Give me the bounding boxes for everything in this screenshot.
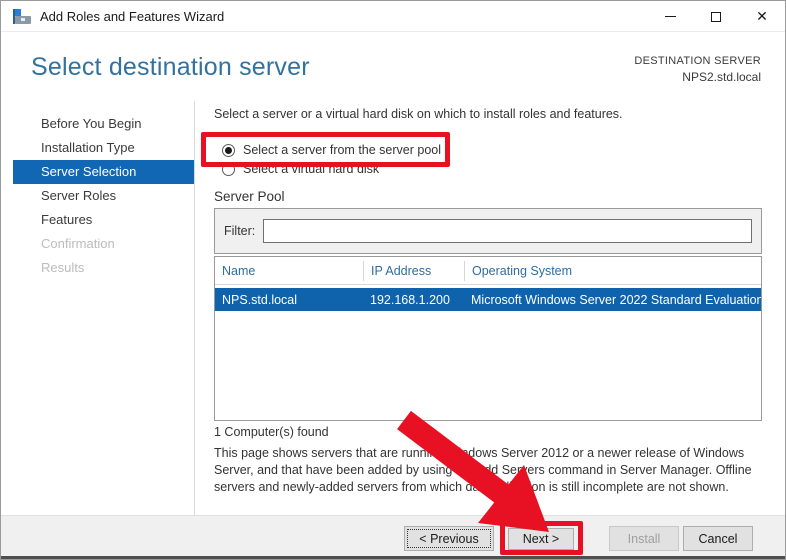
- server-name-cell: NPS.std.local: [215, 293, 363, 307]
- cancel-button[interactable]: Cancel: [683, 526, 753, 551]
- server-pool-table: Name IP Address Operating System NPS.std…: [214, 256, 762, 421]
- sidebar-item-before-you-begin[interactable]: Before You Begin: [13, 112, 194, 136]
- destination-label: DESTINATION SERVER: [634, 55, 761, 67]
- radio-server-pool[interactable]: Select a server from the server pool: [222, 143, 441, 157]
- radio-server-pool-icon[interactable]: [222, 144, 235, 157]
- column-header-name[interactable]: Name: [215, 261, 363, 281]
- filter-input[interactable]: [263, 219, 752, 243]
- radio-virtual-hard-disk-icon[interactable]: [222, 163, 235, 176]
- computer-count-text: 1 Computer(s) found: [214, 425, 329, 439]
- server-pool-heading: Server Pool: [214, 189, 285, 204]
- wizard-window: Add Roles and Features Wizard ✕ Select d…: [0, 0, 786, 560]
- table-row[interactable]: NPS.std.local 192.168.1.200 Microsoft Wi…: [215, 288, 761, 311]
- close-icon: ✕: [756, 8, 768, 25]
- column-header-ip-address[interactable]: IP Address: [363, 261, 464, 281]
- sidebar-item-features[interactable]: Features: [13, 208, 194, 232]
- filter-label: Filter:: [224, 224, 255, 238]
- sidebar-item-results: Results: [13, 256, 194, 280]
- next-button[interactable]: Next >: [508, 528, 574, 550]
- window-bottom-edge: [1, 556, 785, 559]
- previous-button[interactable]: < Previous: [404, 526, 494, 551]
- page-title: Select destination server: [31, 53, 310, 82]
- minimize-icon: [665, 16, 676, 17]
- window-title: Add Roles and Features Wizard: [40, 9, 224, 24]
- server-os-cell: Microsoft Windows Server 2022 Standard E…: [464, 293, 761, 307]
- sidebar-item-server-selection[interactable]: Server Selection: [13, 160, 194, 184]
- destination-server-name: NPS2.std.local: [634, 70, 761, 84]
- sidebar-item-server-roles[interactable]: Server Roles: [13, 184, 194, 208]
- filter-panel: Filter:: [214, 208, 762, 254]
- server-ip-cell: 192.168.1.200: [363, 293, 464, 307]
- sidebar-divider: [194, 101, 195, 515]
- wizard-steps-sidebar: Before You Begin Installation Type Serve…: [1, 112, 194, 280]
- sidebar-item-confirmation: Confirmation: [13, 232, 194, 256]
- radio-virtual-hard-disk[interactable]: Select a virtual hard disk: [222, 162, 379, 176]
- close-button[interactable]: ✕: [739, 1, 785, 32]
- maximize-button[interactable]: [693, 1, 739, 32]
- wizard-app-icon: [13, 9, 31, 24]
- page-description: This page shows servers that are running…: [214, 445, 770, 496]
- column-header-operating-system[interactable]: Operating System: [464, 261, 761, 281]
- minimize-button[interactable]: [647, 1, 693, 32]
- intro-text: Select a server or a virtual hard disk o…: [214, 107, 623, 121]
- sidebar-item-installation-type[interactable]: Installation Type: [13, 136, 194, 160]
- install-button: Install: [609, 526, 679, 551]
- title-bar: Add Roles and Features Wizard ✕: [1, 1, 785, 32]
- radio-server-pool-label: Select a server from the server pool: [243, 143, 441, 157]
- table-header-row: Name IP Address Operating System: [215, 257, 761, 285]
- maximize-icon: [711, 12, 721, 22]
- window-controls: ✕: [647, 1, 785, 32]
- radio-virtual-hard-disk-label: Select a virtual hard disk: [243, 162, 379, 176]
- destination-block: DESTINATION SERVER NPS2.std.local: [634, 55, 761, 84]
